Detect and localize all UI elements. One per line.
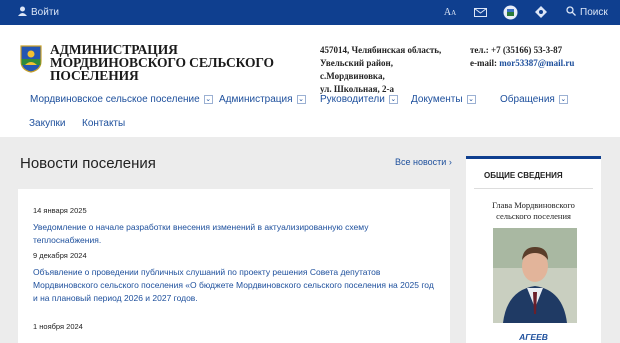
search-label: Поиск bbox=[580, 7, 608, 18]
nav-item-documents[interactable]: Документы ⌄ bbox=[411, 94, 476, 105]
address-line: с.Мордвиновка, bbox=[320, 71, 385, 81]
chevron-right-icon: › bbox=[448, 157, 452, 167]
chevron-down-icon[interactable]: ⌄ bbox=[558, 95, 568, 104]
news-list: 14 января 2025 Уведомление о начале разр… bbox=[18, 189, 450, 343]
organization-title[interactable]: АДМИНИСТРАЦИЯ МОРДВИНОВСКОГО СЕЛЬСКОГО П… bbox=[50, 43, 300, 83]
list-item: 9 декабря 2024 Объявление о проведении п… bbox=[33, 251, 438, 305]
chevron-down-icon[interactable]: ⌄ bbox=[466, 95, 476, 104]
nav-item-contacts[interactable]: Контакты bbox=[82, 118, 125, 129]
chevron-down-icon[interactable]: ⌄ bbox=[388, 95, 398, 104]
search-icon bbox=[566, 6, 576, 19]
search-button[interactable]: Поиск bbox=[566, 6, 608, 19]
head-name-link[interactable]: АГЕЕВ bbox=[466, 332, 601, 342]
nav-item-leaders[interactable]: Руководители ⌄ bbox=[320, 94, 398, 105]
font-size-icon[interactable]: AA bbox=[442, 5, 458, 19]
nav-item-label: Контакты bbox=[82, 118, 126, 129]
nav-item-label: Закупки bbox=[29, 118, 66, 129]
address-block: 457014, Челябинская область, Увельский р… bbox=[320, 44, 460, 96]
head-role: Глава Мордвиновского сельского поселения bbox=[492, 200, 575, 221]
news-section-title: Новости поселения bbox=[20, 155, 156, 172]
top-bar: Войти AA Поиск bbox=[0, 0, 620, 25]
nav-item-administration[interactable]: Администрация ⌄ bbox=[219, 94, 306, 105]
news-date: 9 декабря 2024 bbox=[33, 251, 87, 260]
all-news-label: Все новости bbox=[395, 157, 447, 167]
news-date: 1 ноября 2024 bbox=[33, 322, 83, 331]
email-label: e-mail: bbox=[470, 58, 497, 68]
nav-item-label: Руководители bbox=[320, 94, 385, 105]
chevron-down-icon[interactable]: ⌄ bbox=[296, 95, 306, 104]
all-news-link[interactable]: Все новости › bbox=[395, 157, 452, 167]
news-date: 14 января 2025 bbox=[33, 206, 87, 215]
coat-of-arms-logo[interactable] bbox=[20, 45, 42, 73]
nav-item-label: Документы bbox=[411, 94, 463, 105]
head-photo[interactable] bbox=[493, 228, 577, 323]
news-link[interactable]: Уведомление о начале разработки внесения… bbox=[33, 221, 438, 247]
general-info-panel: ОБЩИЕ СВЕДЕНИЯ Глава Мордвиновского сель… bbox=[466, 156, 601, 343]
nav-item-label: Мордвиновское сельское поселение bbox=[30, 94, 200, 105]
nav-item-label: Администрация bbox=[219, 94, 293, 105]
news-link[interactable]: Объявление о проведении публичных слушан… bbox=[33, 266, 438, 305]
org-title-line: ПОСЕЛЕНИЯ bbox=[50, 68, 139, 83]
list-item: 1 ноября 2024 bbox=[33, 322, 438, 337]
nav-item-appeals[interactable]: Обращения ⌄ bbox=[500, 94, 568, 105]
login-label: Войти bbox=[31, 7, 59, 18]
emblem-icon[interactable] bbox=[502, 5, 518, 19]
nav-item-purchases[interactable]: Закупки bbox=[29, 118, 65, 129]
address-line: 457014, Челябинская область, bbox=[320, 45, 442, 55]
mail-icon[interactable] bbox=[472, 5, 488, 19]
chevron-down-icon[interactable]: ⌄ bbox=[203, 95, 213, 104]
accessibility-icon[interactable] bbox=[533, 5, 549, 19]
panel-heading: ОБЩИЕ СВЕДЕНИЯ bbox=[484, 171, 563, 180]
login-link[interactable]: Войти bbox=[18, 6, 59, 19]
user-icon bbox=[18, 6, 27, 19]
address-line: Увельский район, bbox=[320, 58, 393, 68]
phone-text: тел.: +7 (35166) 53-3-87 bbox=[470, 45, 563, 55]
email-link[interactable]: mor53387@mail.ru bbox=[499, 58, 574, 68]
contacts-block: тел.: +7 (35166) 53-3-87 e-mail: mor5338… bbox=[470, 44, 620, 70]
nav-item-label: Обращения bbox=[500, 94, 555, 105]
list-item: 14 января 2025 Уведомление о начале разр… bbox=[33, 206, 438, 247]
nav-item-settlement[interactable]: Мордвиновское сельское поселение ⌄ bbox=[30, 94, 213, 105]
divider bbox=[474, 188, 593, 189]
